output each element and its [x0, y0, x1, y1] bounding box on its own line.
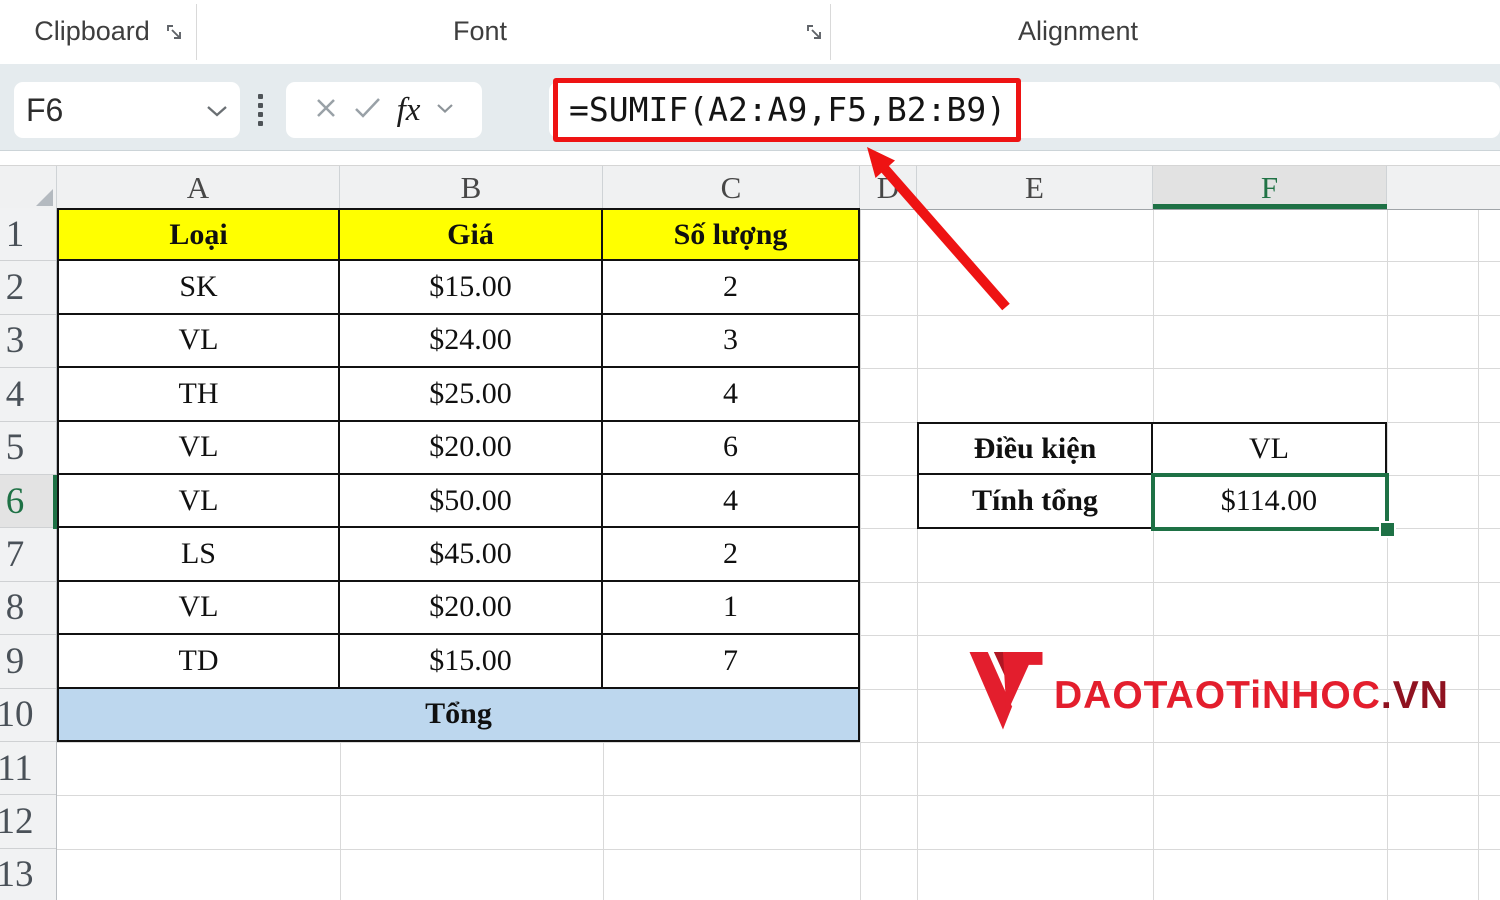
cell-a8[interactable]: VL [57, 581, 340, 636]
cell-c4[interactable]: 4 [603, 368, 860, 422]
cell-a6[interactable]: VL [57, 474, 340, 529]
cell-e5-dieu-kien[interactable]: Điều kiện [917, 422, 1153, 476]
logo-domain: .VN [1380, 673, 1449, 717]
fill-handle[interactable] [1379, 521, 1396, 538]
column-header-b[interactable]: B [340, 166, 603, 209]
cell-b2[interactable]: $15.00 [340, 261, 603, 315]
gridline [1387, 208, 1388, 900]
formula-input[interactable]: =SUMIF(A2:A9,F5,B2:B9) [569, 83, 1006, 137]
cell-a2[interactable]: SK [57, 261, 340, 315]
enter-check-icon[interactable] [354, 97, 381, 124]
cell-b4[interactable]: $25.00 [340, 368, 603, 422]
cell-c3[interactable]: 3 [603, 314, 860, 369]
column-header-d[interactable]: D [860, 166, 917, 209]
cell-c9[interactable]: 7 [603, 635, 860, 689]
column-header-f[interactable]: F [1153, 166, 1387, 209]
gridline [1153, 208, 1154, 900]
formula-buttons-box: fx [286, 82, 482, 138]
logo-text: DAOTAOTiNHOC.VN [1054, 673, 1449, 717]
name-box-chevron-icon[interactable] [206, 105, 228, 123]
gridline [57, 849, 1500, 850]
row-header-2[interactable]: 2 [0, 261, 56, 315]
gridline [917, 208, 918, 900]
row-header-10[interactable]: 10 [0, 689, 56, 742]
formula-annotation-red-box: =SUMIF(A2:A9,F5,B2:B9) [553, 78, 1021, 142]
cell-c6[interactable]: 4 [603, 474, 860, 529]
dialog-launcher-icon[interactable] [166, 24, 184, 42]
cell-a10-tong-merged[interactable]: Tổng [57, 688, 860, 742]
cell-c8[interactable]: 1 [603, 581, 860, 636]
gridline [860, 208, 861, 900]
gridline [57, 795, 1500, 796]
formula-bar-drag-handle[interactable] [258, 94, 263, 126]
column-header-e[interactable]: E [917, 166, 1153, 209]
gridline [1478, 208, 1479, 900]
data-table: Loại Giá Số lượng SK $15.00 2 VL $24.00 … [57, 208, 860, 742]
row-header-7[interactable]: 7 [0, 528, 56, 582]
select-all-triangle-icon [36, 189, 53, 206]
cell-c5[interactable]: 6 [603, 421, 860, 475]
cell-e6-tinh-tong[interactable]: Tính tổng [917, 475, 1153, 529]
row-header-3[interactable]: 3 [0, 315, 56, 369]
ribbon-group-divider [196, 4, 197, 60]
ribbon-group-divider [830, 4, 831, 60]
cell-b7[interactable]: $45.00 [340, 528, 603, 582]
selected-column-underline [1153, 204, 1387, 209]
row-header-9[interactable]: 9 [0, 635, 56, 689]
cell-b5[interactable]: $20.00 [340, 421, 603, 475]
ribbon-group-font: Font [452, 16, 508, 46]
row-header-13[interactable]: 13 [0, 849, 56, 900]
row-header-8[interactable]: 8 [0, 582, 56, 636]
ribbon: Clipboard Font Alignment [0, 0, 1500, 64]
row-header-12[interactable]: 12 [0, 795, 56, 849]
cell-c1[interactable]: Số lượng [603, 208, 860, 262]
cell-a1[interactable]: Loại [57, 208, 340, 262]
logo-v-mark-icon [968, 644, 1044, 747]
row-header-11[interactable]: 11 [0, 742, 56, 796]
name-box-value[interactable]: F6 [26, 82, 63, 138]
cell-f5-criteria-value[interactable]: VL [1153, 422, 1387, 476]
active-cell-selection-border[interactable] [1151, 473, 1389, 531]
select-all-corner[interactable] [0, 166, 57, 209]
ribbon-group-clipboard: Clipboard [34, 16, 150, 46]
cell-c2[interactable]: 2 [603, 261, 860, 315]
formula-bar: F6 fx =SUMIF(A2:A9,F5,B2:B9) [0, 64, 1500, 151]
excel-window: Clipboard Font Alignment F6 fx =SUMIF(A2… [0, 0, 1500, 900]
row-header-5[interactable]: 5 [0, 422, 56, 475]
formula-chevron-icon[interactable] [436, 101, 454, 119]
cell-a5[interactable]: VL [57, 421, 340, 475]
column-header-a[interactable]: A [57, 166, 340, 209]
cell-b9[interactable]: $15.00 [340, 635, 603, 689]
ribbon-group-alignment: Alignment [1017, 16, 1139, 46]
cell-a3[interactable]: VL [57, 314, 340, 369]
insert-function-fx-button[interactable]: fx [397, 92, 421, 129]
column-header-partial[interactable] [1387, 166, 1500, 209]
column-header-c[interactable]: C [603, 166, 860, 209]
cancel-icon[interactable] [314, 96, 338, 125]
cell-c7[interactable]: 2 [603, 528, 860, 582]
row-header-1[interactable]: 1 [0, 208, 56, 262]
cell-b6[interactable]: $50.00 [340, 474, 603, 529]
row-header-6-selected[interactable]: 6 [0, 474, 56, 529]
row-header-4[interactable]: 4 [0, 368, 56, 422]
row-header-band: 1 2 3 4 5 6 7 8 9 10 11 12 13 [0, 208, 57, 900]
name-box[interactable]: F6 [14, 82, 240, 138]
cell-b1[interactable]: Giá [340, 208, 603, 262]
cell-a7[interactable]: LS [57, 528, 340, 582]
dialog-launcher-icon[interactable] [806, 24, 824, 42]
cell-a9[interactable]: TD [57, 635, 340, 689]
cell-b3[interactable]: $24.00 [340, 314, 603, 369]
cell-b8[interactable]: $20.00 [340, 581, 603, 636]
watermark-logo: DAOTAOTiNHOC.VN [968, 644, 1449, 747]
cell-a4[interactable]: TH [57, 368, 340, 422]
